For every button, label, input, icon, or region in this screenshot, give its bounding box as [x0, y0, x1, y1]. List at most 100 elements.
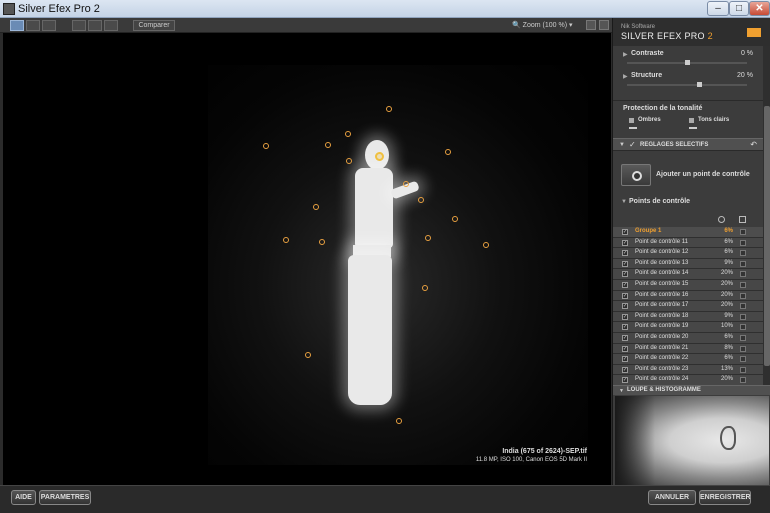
save-button[interactable]: ENREGISTRER — [699, 490, 751, 505]
structure-slider-knob[interactable] — [697, 82, 702, 87]
mask-checkbox[interactable] — [740, 292, 746, 299]
loupe-histogram-header[interactable]: ▼ LOUPE & HISTOGRAMME — [613, 385, 770, 395]
control-point-marker[interactable] — [483, 242, 489, 248]
side-by-side-view-icon[interactable] — [42, 20, 56, 31]
control-point-marker[interactable] — [386, 106, 392, 112]
control-point-marker[interactable] — [305, 352, 311, 358]
contraste-slider[interactable] — [627, 60, 747, 65]
mask-checkbox[interactable] — [740, 260, 746, 267]
control-point-row[interactable]: ✓ Point de contrôle 12 6% — [613, 248, 763, 259]
visibility-checkbox[interactable]: ✓ — [622, 281, 628, 288]
scrollbar-thumb[interactable] — [764, 106, 770, 366]
collapse-arrow-icon[interactable]: ▼ — [621, 199, 627, 205]
expand-arrow-icon[interactable]: ▶ — [623, 51, 628, 58]
mask-checkbox[interactable] — [740, 281, 746, 288]
visibility-checkbox[interactable]: ✓ — [622, 334, 628, 341]
control-point-row[interactable]: ✓ Point de contrôle 18 9% — [613, 311, 763, 323]
control-point-marker[interactable] — [319, 239, 325, 245]
control-point-marker[interactable] — [445, 149, 451, 155]
show-points-icon[interactable] — [718, 216, 725, 223]
control-point-marker[interactable] — [452, 216, 458, 222]
visibility-checkbox[interactable]: ✓ — [622, 239, 628, 246]
visibility-checkbox[interactable]: ✓ — [622, 366, 628, 373]
control-point-row[interactable]: ✓ Point de contrôle 23 13% — [613, 364, 763, 376]
control-point-group-row[interactable]: ✓ Groupe 1 6% — [613, 227, 763, 238]
mask-checkbox[interactable] — [740, 229, 746, 235]
control-point-marker[interactable] — [422, 285, 428, 291]
structure-control[interactable]: ▶ Structure 20 % — [613, 70, 763, 92]
mask-checkbox[interactable] — [740, 239, 746, 246]
visibility-checkbox[interactable]: ✓ — [622, 345, 628, 352]
structure-slider[interactable] — [627, 82, 747, 87]
control-point-marker[interactable] — [403, 181, 409, 187]
contraste-control[interactable]: ▶ Contraste 0 % — [613, 48, 763, 70]
control-point-row[interactable]: ✓ Point de contrôle 16 20% — [613, 290, 763, 302]
expand-arrow-icon[interactable]: ▶ — [623, 73, 628, 80]
control-points-list[interactable]: ✓ Groupe 1 6% ✓ Point de contrôle 11 6% ✓ Point… — [613, 227, 763, 385]
fullscreen-icon[interactable] — [599, 20, 609, 30]
minimize-button[interactable]: – — [707, 1, 729, 16]
control-point-marker[interactable] — [346, 158, 352, 164]
split-view-icon[interactable] — [26, 20, 40, 31]
help-button[interactable]: AIDE — [11, 490, 36, 505]
collapse-arrow-icon[interactable]: ▼ — [619, 388, 624, 394]
close-button[interactable]: ✕ — [749, 1, 770, 16]
control-point-row[interactable]: ✓ Point de contrôle 11 6% — [613, 237, 763, 249]
panel-scrollbar[interactable] — [763, 46, 770, 395]
add-control-point-button[interactable] — [621, 164, 651, 186]
control-point-marker[interactable] — [263, 143, 269, 149]
tons-clairs-slider[interactable] — [689, 127, 697, 129]
mask-checkbox[interactable] — [740, 356, 746, 363]
mask-checkbox[interactable] — [740, 324, 746, 331]
mask-checkbox[interactable] — [740, 345, 746, 352]
background-black-icon[interactable] — [72, 20, 86, 31]
control-point-row[interactable]: ✓ Point de contrôle 17 20% — [613, 301, 763, 312]
reset-icon[interactable]: ↶ — [750, 140, 757, 149]
mask-checkbox[interactable] — [740, 377, 746, 384]
maximize-button[interactable]: □ — [729, 1, 749, 16]
control-point-marker[interactable] — [396, 418, 402, 424]
contraste-slider-knob[interactable] — [685, 60, 690, 65]
mask-checkbox[interactable] — [740, 313, 746, 320]
cancel-button[interactable]: ANNULER — [648, 490, 696, 505]
control-point-row[interactable]: ✓ Point de contrôle 24 20% — [613, 375, 763, 385]
image-preview[interactable]: India (675 of 2624)-SEP.tif 11.8 MP, ISO… — [3, 33, 611, 485]
visibility-checkbox[interactable]: ✓ — [622, 260, 628, 267]
selective-adjustments-header[interactable]: ▼ ✓ REGLAGES SELECTIFS ↶ — [613, 138, 763, 151]
zoom-control[interactable]: 🔍 Zoom (100 %) ▾ — [512, 21, 573, 29]
navigator-icon[interactable] — [586, 20, 596, 30]
mask-checkbox[interactable] — [740, 366, 746, 373]
control-point-selected-marker[interactable] — [375, 152, 384, 161]
visibility-checkbox[interactable]: ✓ — [622, 324, 628, 331]
control-point-row[interactable]: ✓ Point de contrôle 19 10% — [613, 322, 763, 333]
control-point-row[interactable]: ✓ Point de contrôle 20 6% — [613, 332, 763, 344]
control-point-marker[interactable] — [313, 204, 319, 210]
visibility-checkbox[interactable]: ✓ — [622, 292, 628, 299]
visibility-checkbox[interactable]: ✓ — [622, 313, 628, 320]
enable-checkmark-icon[interactable]: ✓ — [629, 140, 636, 149]
visibility-checkbox[interactable]: ✓ — [622, 303, 628, 310]
mask-checkbox[interactable] — [740, 250, 746, 257]
collapse-arrow-icon[interactable]: ▼ — [619, 142, 625, 148]
control-point-marker[interactable] — [345, 131, 351, 137]
background-white-icon[interactable] — [104, 20, 118, 31]
control-point-row[interactable]: ✓ Point de contrôle 21 8% — [613, 343, 763, 355]
control-point-row[interactable]: ✓ Point de contrôle 13 9% — [613, 258, 763, 270]
background-gray-icon[interactable] — [88, 20, 102, 31]
control-point-row[interactable]: ✓ Point de contrôle 15 20% — [613, 279, 763, 291]
visibility-checkbox[interactable]: ✓ — [622, 250, 628, 257]
settings-button[interactable]: PARAMETRES — [39, 490, 91, 505]
visibility-checkbox[interactable]: ✓ — [622, 271, 628, 278]
control-point-marker[interactable] — [425, 235, 431, 241]
show-mask-icon[interactable] — [739, 216, 746, 223]
control-point-marker[interactable] — [418, 197, 424, 203]
ombres-slider[interactable] — [629, 127, 637, 129]
control-point-marker[interactable] — [325, 142, 331, 148]
visibility-checkbox[interactable]: ✓ — [622, 377, 628, 384]
compare-button[interactable]: Comparer — [133, 20, 175, 31]
mask-checkbox[interactable] — [740, 271, 746, 278]
control-point-marker[interactable] — [283, 237, 289, 243]
visibility-checkbox[interactable]: ✓ — [622, 356, 628, 363]
single-view-icon[interactable] — [10, 20, 24, 31]
visibility-checkbox[interactable]: ✓ — [622, 229, 628, 235]
